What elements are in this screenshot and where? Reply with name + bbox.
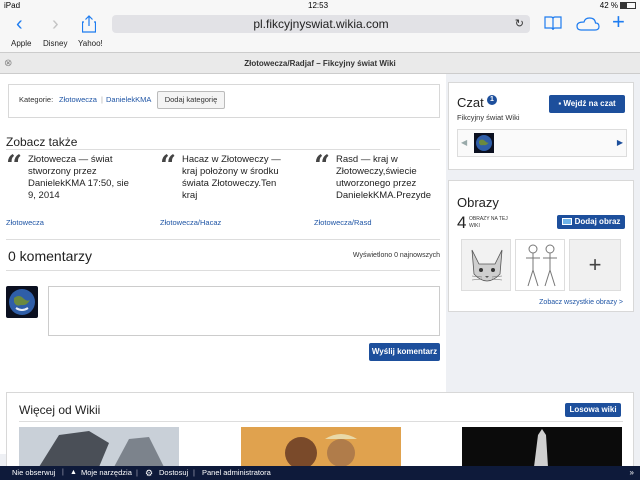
add-category-button[interactable]: Dodaj kategorię — [157, 91, 225, 109]
image-thumbnail[interactable] — [461, 239, 511, 291]
see-also-quote: Złotowecza — świat stworzony przez Danie… — [28, 154, 129, 201]
separator-icon: | — [136, 468, 138, 477]
images-title: Obrazy — [457, 195, 499, 210]
page-content: Kategorie: Złotowecza | DanielekKMA Doda… — [0, 74, 640, 472]
bookmark-yahoo[interactable]: Yahoo! — [78, 39, 103, 48]
carousel-prev-icon[interactable]: ◀ — [461, 138, 467, 147]
random-wiki-button[interactable]: Losowa wiki — [565, 403, 621, 417]
tab-bar: ⊗ Złotowecza/Radjaf – Fikcyjny świat Wik… — [0, 52, 640, 74]
separator-icon: | — [193, 468, 195, 477]
my-tools-link[interactable]: Moje narzędzia — [81, 466, 132, 480]
category-link-zlotowecza[interactable]: Złotowecza — [59, 95, 97, 104]
chat-module: Czat 1 ▪ Wejdź na czat Fikcyjny świat Wi… — [448, 82, 634, 170]
add-image-button[interactable]: Dodaj obraz — [557, 215, 625, 229]
wikia-toolbar: Nie obserwuj | ▲ Moje narzędzia | ⚙ Dost… — [0, 466, 640, 480]
comments-divider-top — [6, 239, 440, 240]
images-count-label: OBRAZY NA TEJ WIKI — [469, 216, 508, 229]
see-also-divider — [6, 149, 440, 150]
bookmark-apple[interactable]: Apple — [11, 39, 31, 48]
see-also-link[interactable]: Złotowecza/Rasd — [314, 218, 372, 227]
chat-count-badge: 1 — [487, 95, 497, 105]
cloud-icon[interactable] — [576, 17, 600, 36]
image-icon — [561, 218, 572, 225]
avatar — [6, 286, 38, 318]
more-heading: Więcej od Wikii — [19, 403, 101, 417]
customize-link[interactable]: Dostosuj — [159, 466, 188, 480]
see-also-quote: Hacaz w Złotoweczy — kraj położony w śro… — [182, 154, 281, 201]
reading-list-icon[interactable] — [544, 16, 562, 36]
back-icon[interactable]: ‹ — [16, 14, 23, 34]
separator-icon: | — [62, 469, 64, 476]
image-thumbnail[interactable] — [515, 239, 565, 291]
new-tab-icon[interactable]: + — [612, 11, 625, 33]
quote-icon: “ — [6, 149, 23, 182]
wiki-card-image[interactable] — [462, 427, 622, 467]
add-image-label: Dodaj obraz — [574, 217, 621, 226]
wiki-card-image[interactable] — [241, 427, 401, 467]
comments-heading: 0 komentarzy — [8, 248, 93, 264]
tools-chevron-icon: ▲ — [70, 469, 77, 476]
see-also-link[interactable]: Złotowecza — [6, 218, 44, 227]
status-bar: iPad 12:53 42 % — [0, 0, 640, 12]
chat-users-carousel: ◀ ▶ — [457, 129, 627, 157]
comments-shown-count: Wyświetlono 0 najnowszych — [352, 252, 440, 259]
add-image-tile[interactable]: + — [569, 239, 621, 291]
comment-textarea[interactable] — [48, 286, 440, 336]
images-count: 4 — [457, 213, 467, 232]
more-divider — [19, 421, 623, 422]
quote-icon: “ — [314, 149, 331, 182]
categories-label: Kategorie: — [19, 95, 54, 104]
more-from-wikia: Więcej od Wikii Losowa wiki — [6, 392, 634, 472]
wiki-card-image[interactable] — [19, 427, 179, 467]
bookmark-disney[interactable]: Disney — [43, 39, 67, 48]
join-chat-label: Wejdź na czat — [563, 99, 616, 108]
device-label: iPad — [4, 1, 21, 10]
tab-title[interactable]: Złotowecza/Radjaf – Fikcyjny świat Wiki — [0, 53, 640, 75]
browser-toolbar: ‹ › pl.fikcyjnyswiat.wikia.com ↻ + — [0, 11, 640, 38]
share-icon[interactable] — [81, 15, 97, 38]
collapse-toolbar-icon[interactable]: » — [630, 466, 634, 480]
join-chat-button[interactable]: ▪ Wejdź na czat — [549, 95, 625, 113]
carousel-next-icon[interactable]: ▶ — [617, 138, 623, 147]
see-also-link[interactable]: Złotowecza/Hacaz — [160, 218, 221, 227]
chat-wiki-name: Fikcyjny świat Wiki — [457, 113, 520, 122]
images-module: Obrazy 4 OBRAZY NA TEJ WIKI Dodaj obraz … — [448, 180, 634, 312]
url-text: pl.fikcyjnyswiat.wikia.com — [253, 17, 389, 31]
quote-icon: “ — [160, 149, 177, 182]
category-link-danielekkma[interactable]: DanielekKMA — [106, 95, 151, 104]
forward-icon[interactable]: › — [52, 14, 59, 34]
chat-user-avatar[interactable] — [474, 133, 494, 153]
comments-divider — [6, 270, 440, 271]
reload-icon[interactable]: ↻ — [515, 15, 524, 33]
admin-panel-link[interactable]: Panel administratora — [202, 466, 271, 480]
unwatch-link[interactable]: Nie obserwuj — [12, 466, 55, 480]
battery-icon — [620, 2, 636, 9]
chat-title: Czat — [457, 95, 484, 110]
bookmarks-bar: Apple Disney Yahoo! — [0, 36, 640, 52]
category-separator: | — [101, 95, 103, 104]
categories-box: Kategorie: Złotowecza | DanielekKMA Doda… — [8, 84, 440, 118]
see-also-quote: Rasd — kraj w Złotoweczy,świecie utworzo… — [336, 154, 432, 201]
gear-icon: ⚙ — [145, 468, 154, 478]
submit-comment-button[interactable]: Wyślij komentarz — [369, 343, 440, 361]
clock: 12:53 — [308, 1, 329, 10]
url-bar[interactable]: pl.fikcyjnyswiat.wikia.com ↻ — [112, 15, 530, 33]
see-all-images-link[interactable]: Zobacz wszystkie obrazy > — [539, 299, 623, 306]
see-also-heading: Zobacz także — [6, 135, 78, 149]
